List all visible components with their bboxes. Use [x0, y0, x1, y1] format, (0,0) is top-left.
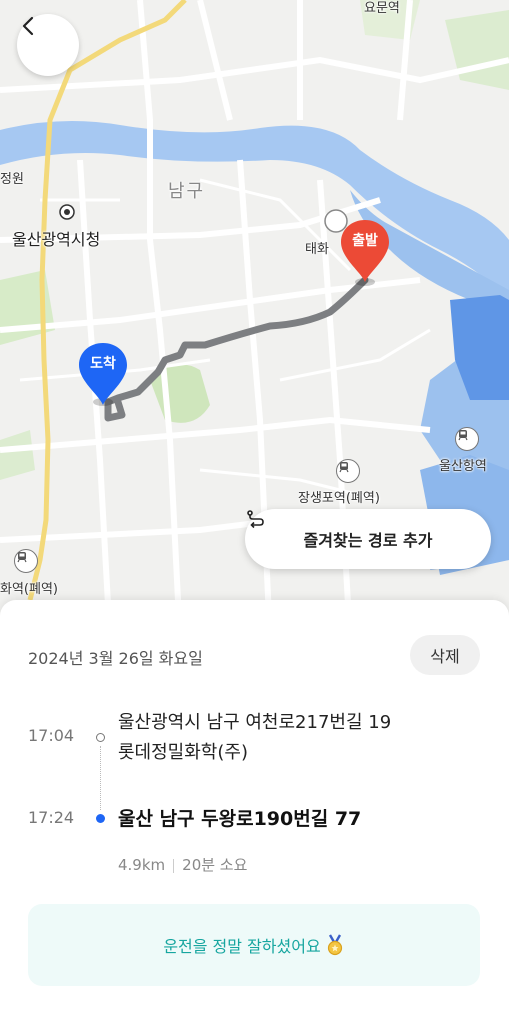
trip-duration: 20분 소요 — [182, 856, 248, 874]
trip-distance: 4.9km — [118, 856, 166, 874]
start-pin-label: 출발 — [352, 233, 378, 249]
map-station-ulsanhang-label: 울산항역 — [439, 459, 487, 474]
route-connector — [100, 746, 101, 810]
chevron-left-icon — [22, 16, 34, 36]
end-dot-icon — [96, 814, 105, 823]
trip-detail-sheet: 2024년 3월 26일 화요일 삭제 17:04 울산광역시 남구 여천로21… — [0, 600, 509, 1024]
train-icon[interactable] — [336, 459, 360, 483]
start-address: 울산광역시 남구 여천로217번길 19 — [118, 712, 392, 733]
train-icon[interactable] — [14, 549, 38, 573]
map-district-label: 남구 — [168, 181, 206, 202]
start-pin[interactable]: 출발 — [339, 218, 391, 284]
medal-icon — [327, 934, 342, 956]
map-label-left-edge: 정원 — [0, 172, 24, 187]
route-icon — [247, 510, 264, 529]
map-label-top: 요문역 — [364, 1, 400, 16]
end-pin[interactable]: 도착 — [77, 341, 129, 407]
delete-button[interactable]: 삭제 — [410, 635, 480, 675]
map-station-left-label: 화역(폐역) — [0, 582, 58, 597]
start-place-name: 롯데정밀화학(주) — [118, 742, 248, 763]
pin-icon — [341, 220, 389, 282]
map-station-jangsaengpo-label: 장생포역(폐역) — [298, 491, 380, 506]
end-time: 17:24 — [28, 808, 75, 827]
praise-banner: 운전을 정말 잘하셨어요 — [28, 904, 480, 986]
map-city-hall-label: 울산광역시청 — [12, 230, 101, 249]
pin-icon — [79, 343, 127, 405]
route-map[interactable]: 요문역 정원 남구 울산광역시청 태화 울산항역 장생포역(폐역) 화역(폐역)… — [0, 0, 509, 640]
end-address: 울산 남구 두왕로190번길 77 — [118, 808, 362, 830]
trip-meta: 4.9km 20분 소요 — [118, 854, 247, 875]
map-station-taehwa-label: 태화 — [305, 242, 329, 257]
start-dot-icon — [96, 733, 105, 742]
back-button[interactable] — [17, 14, 79, 76]
trip-date: 2024년 3월 26일 화요일 — [28, 649, 203, 668]
meta-divider — [173, 858, 175, 873]
end-pin-label: 도착 — [90, 356, 116, 372]
start-time: 17:04 — [28, 726, 75, 745]
add-favorite-route-label: 즐겨찾는 경로 추가 — [303, 531, 433, 550]
add-favorite-route-button[interactable]: 즐겨찾는 경로 추가 — [245, 509, 491, 569]
train-icon[interactable] — [455, 427, 479, 451]
praise-text: 운전을 정말 잘하셨어요 — [163, 937, 321, 956]
